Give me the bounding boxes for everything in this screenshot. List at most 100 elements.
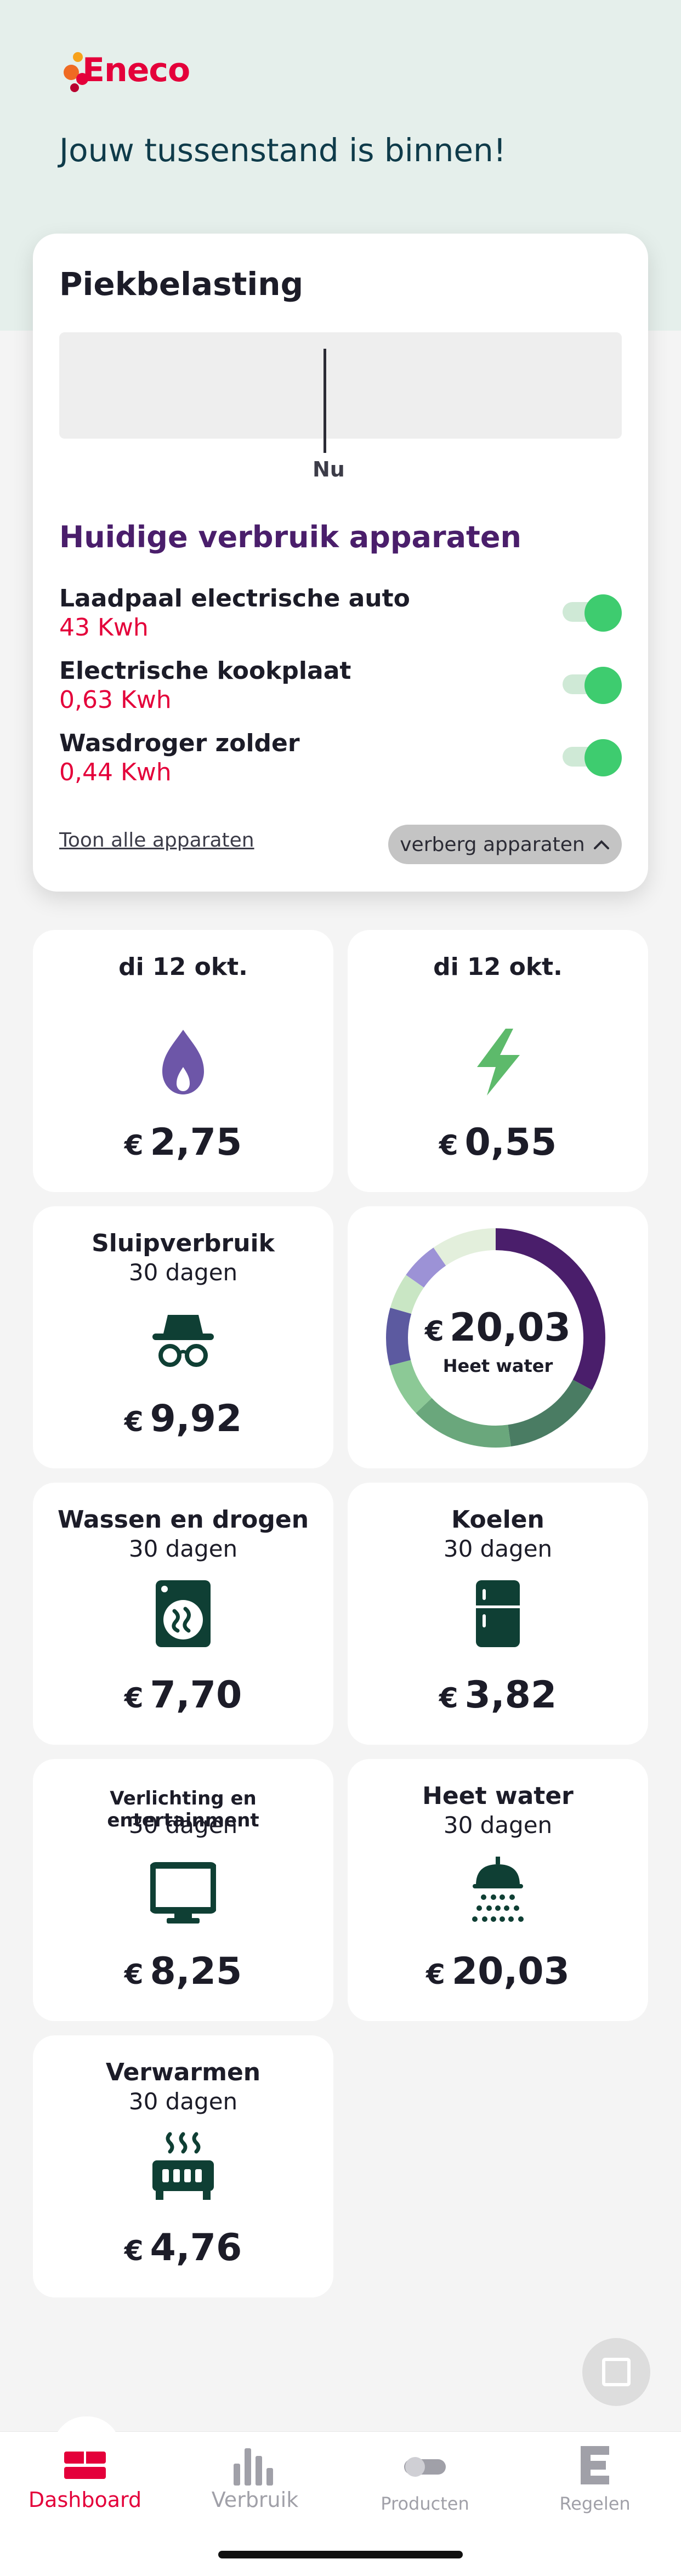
amount-value: 3,82 (464, 1673, 557, 1717)
donut-label: Heet water (442, 1355, 553, 1376)
square-icon (602, 2358, 631, 2386)
tile-subtitle: 30 dagen (443, 1535, 553, 1562)
devices-title: Huidige verbruik apparaten (59, 520, 521, 554)
tab-verbruik[interactable]: Verbruik (170, 2432, 340, 2541)
hide-devices-label: verberg apparaten (400, 833, 585, 856)
peak-load-card: Piekbelasting Nu Huidige verbruik appara… (33, 234, 648, 892)
tile-amount: €9,92 (33, 1397, 333, 1440)
tab-label: Verbruik (211, 2488, 299, 2512)
device-row: Electrische kookplaat 0,63 Kwh (59, 657, 622, 717)
floating-action-button[interactable] (582, 2338, 650, 2406)
device-name: Wasdroger zolder (59, 729, 300, 757)
tile-subtitle: 30 dagen (443, 1812, 553, 1839)
tile-amount: €8,25 (33, 1950, 333, 1993)
amount-value: 7,70 (150, 1673, 242, 1717)
now-label: Nu (313, 457, 345, 481)
tab-producten[interactable]: Producten (340, 2432, 510, 2541)
power-cost-tile[interactable]: di 12 okt. €0,55 (348, 930, 648, 1192)
home-indicator[interactable] (218, 2551, 463, 2558)
toggle-knob (584, 739, 622, 776)
tile-title: Verwarmen (105, 2058, 261, 2086)
donut-amount: €20,03 (348, 1305, 648, 1350)
tile-subtitle: 30 dagen (128, 1259, 238, 1286)
tile-amount: €3,82 (348, 1673, 648, 1717)
radiator-icon (152, 2132, 214, 2200)
device-name: Electrische kookplaat (59, 657, 351, 685)
amount-value: 0,55 (464, 1121, 557, 1164)
currency-symbol: € (124, 2235, 144, 2267)
currency-symbol: € (124, 1959, 144, 1990)
amount-value: 20,03 (451, 1950, 570, 1993)
hot-water-donut-tile[interactable]: €20,03 Heet water (348, 1206, 648, 1468)
device-value: 43 Kwh (59, 614, 149, 642)
tile-subtitle: 30 dagen (128, 1535, 238, 1562)
cooling-tile[interactable]: Koelen 30 dagen €3,82 (348, 1483, 648, 1745)
tab-label: Producten (381, 2493, 469, 2514)
currency-symbol: € (426, 1959, 445, 1990)
now-marker (324, 349, 326, 453)
amount-value: 2,75 (150, 1121, 242, 1164)
tile-title: di 12 okt. (433, 953, 563, 981)
dashboard-icon (64, 2452, 106, 2479)
tab-label: Regelen (559, 2493, 631, 2514)
tile-subtitle: 30 dagen (128, 1812, 238, 1839)
device-name: Laadpaal electrische auto (59, 585, 410, 612)
hot-water-tile[interactable]: Heet water 30 dagen €20,03 (348, 1759, 648, 2021)
amount-value: 20,03 (449, 1305, 571, 1350)
amount-value: 8,25 (150, 1950, 242, 1993)
tile-amount: €7,70 (33, 1673, 333, 1717)
tile-amount: €2,75 (33, 1121, 333, 1164)
amount-value: 9,92 (150, 1397, 242, 1440)
amount-value: 4,76 (150, 2226, 242, 2269)
toggle-knob (584, 667, 622, 704)
eneco-e-icon (581, 2446, 609, 2484)
tile-title: di 12 okt. (118, 953, 248, 981)
device-value: 0,44 Kwh (59, 758, 172, 786)
lighting-entertainment-tile[interactable]: Verlichting en entertainment 30 dagen €8… (33, 1759, 333, 2021)
tile-subtitle: 30 dagen (128, 2088, 238, 2115)
tab-label: Dashboard (28, 2488, 142, 2512)
standby-usage-tile[interactable]: Sluipverbruik 30 dagen €9,92 (33, 1206, 333, 1468)
show-all-devices-link[interactable]: Toon alle apparaten (59, 829, 254, 852)
hide-devices-button[interactable]: verberg apparaten (388, 825, 622, 864)
brand-name: Eneco (82, 51, 190, 89)
tile-amount: €0,55 (348, 1121, 648, 1164)
spy-icon (152, 1315, 214, 1367)
tile-title: Sluipverbruik (92, 1229, 275, 1257)
currency-symbol: € (439, 1130, 458, 1161)
page-headline: Jouw tussenstand is binnen! (59, 132, 507, 169)
bar-chart-icon (234, 2448, 273, 2486)
heating-tile[interactable]: Verwarmen 30 dagen €4,76 (33, 2035, 333, 2297)
device-toggle[interactable] (561, 594, 622, 632)
washing-machine-icon (156, 1580, 211, 1647)
chevron-up-icon (593, 840, 609, 849)
toggle-knob (584, 594, 622, 632)
tab-regelen[interactable]: Regelen (510, 2432, 680, 2541)
device-value: 0,63 Kwh (59, 686, 172, 714)
device-toggle[interactable] (561, 667, 622, 704)
washing-tile[interactable]: Wassen en drogen 30 dagen €7,70 (33, 1483, 333, 1745)
peak-chart (59, 332, 622, 439)
currency-symbol: € (124, 1130, 144, 1161)
tile-amount: €4,76 (33, 2226, 333, 2269)
tab-dashboard[interactable]: Dashboard (0, 2432, 170, 2541)
device-row: Wasdroger zolder 0,44 Kwh (59, 729, 622, 790)
device-toggle[interactable] (561, 739, 622, 776)
tile-title: Wassen en drogen (57, 1506, 309, 1534)
tile-title: Heet water (422, 1782, 574, 1810)
tile-amount: €20,03 (348, 1950, 648, 1993)
shower-icon (472, 1857, 524, 1922)
card-title: Piekbelasting (59, 265, 304, 303)
flame-icon (162, 1030, 204, 1094)
currency-symbol: € (124, 1682, 144, 1714)
device-row: Laadpaal electrische auto 43 Kwh (59, 585, 622, 645)
currency-symbol: € (439, 1682, 458, 1714)
toggle-icon (404, 2457, 446, 2477)
lightning-icon (477, 1029, 520, 1096)
currency-symbol: € (124, 1406, 144, 1438)
fridge-icon (476, 1580, 520, 1647)
currency-symbol: € (424, 1315, 444, 1347)
monitor-icon (150, 1862, 216, 1924)
gas-cost-tile[interactable]: di 12 okt. €2,75 (33, 930, 333, 1192)
tile-title: Koelen (451, 1506, 544, 1534)
